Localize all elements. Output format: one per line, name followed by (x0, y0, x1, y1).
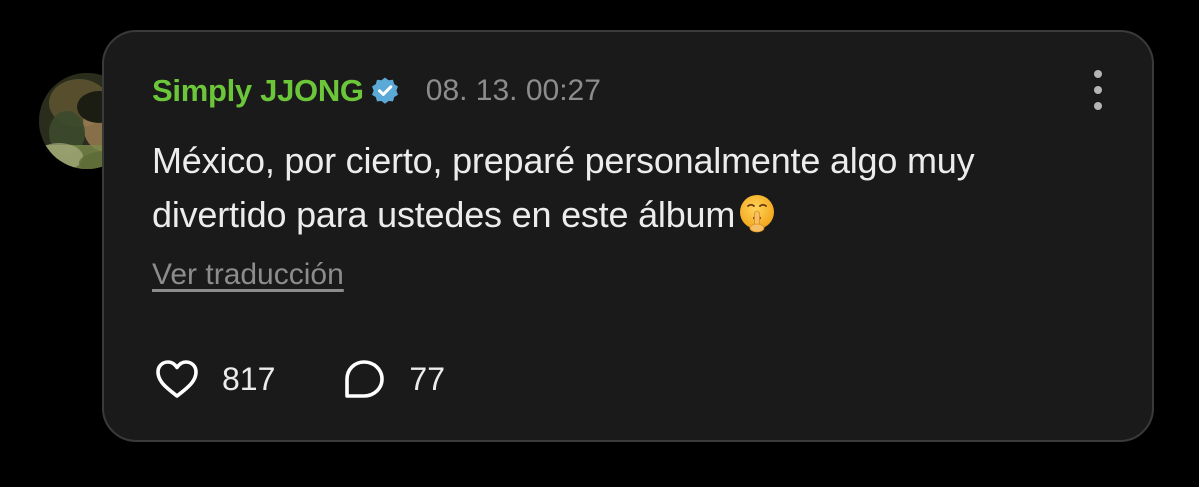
like-count: 817 (222, 360, 276, 397)
like-button[interactable]: 817 (152, 354, 275, 404)
post-card: Simply JJONG 08. 13. 00:27 México, por c… (102, 30, 1154, 442)
verified-badge-icon (370, 76, 400, 106)
more-vertical-icon-dot (1094, 102, 1102, 110)
post-header: Simply JJONG 08. 13. 00:27 (152, 68, 601, 114)
see-translation-link[interactable]: Ver traducción (152, 258, 344, 292)
shushing-face-emoji (737, 193, 777, 233)
post-text: México, por cierto, preparé personalment… (152, 140, 975, 235)
comment-button[interactable]: 77 (339, 354, 445, 404)
author-name[interactable]: Simply JJONG (152, 73, 364, 109)
speech-bubble-icon (339, 354, 389, 404)
more-options-button[interactable] (1086, 70, 1110, 110)
more-vertical-icon (1094, 70, 1102, 78)
post-actions: 817 77 (152, 354, 445, 404)
comment-count: 77 (409, 360, 445, 397)
more-vertical-icon-dot (1094, 86, 1102, 94)
post-timestamp: 08. 13. 00:27 (425, 74, 601, 107)
post-body: México, por cierto, preparé personalment… (152, 134, 1092, 242)
heart-icon (152, 354, 202, 404)
